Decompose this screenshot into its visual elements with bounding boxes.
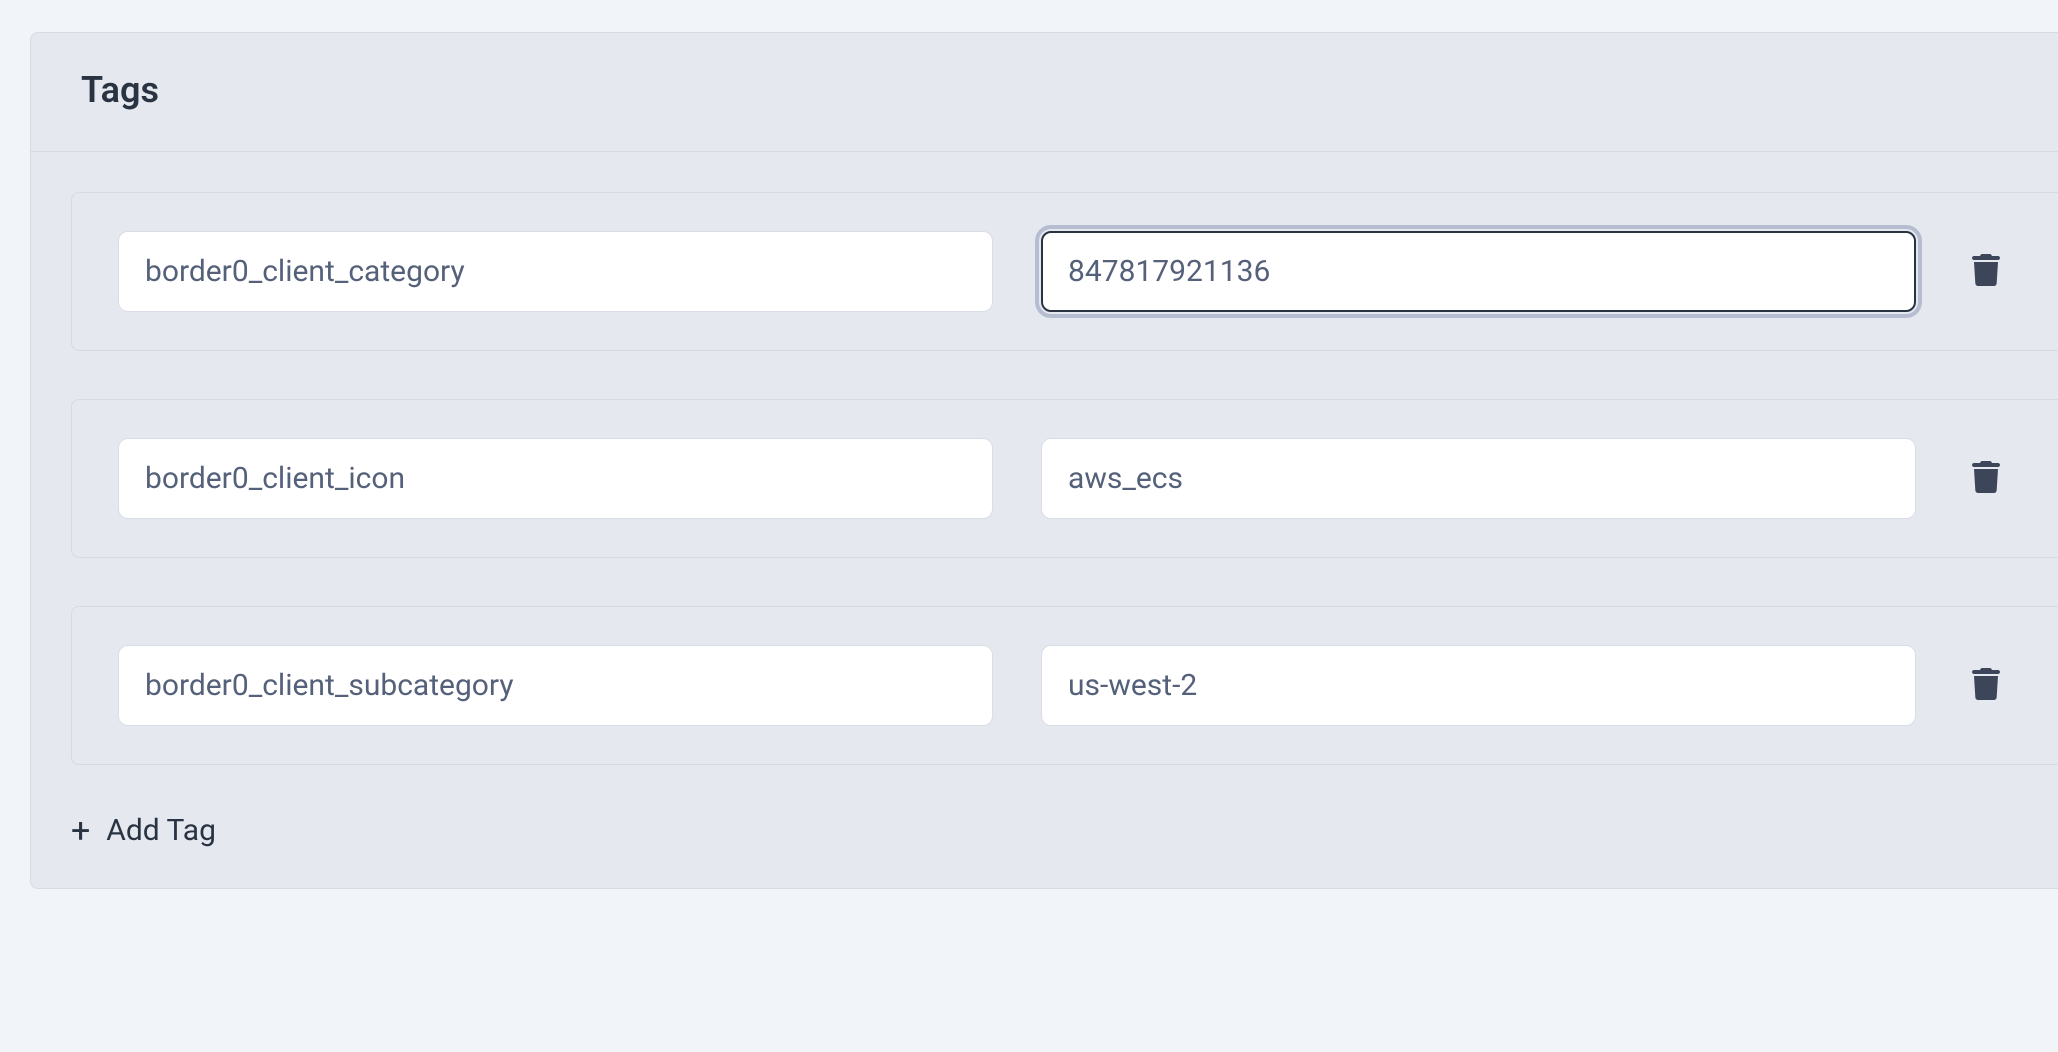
tag-key-input[interactable] [118,438,993,519]
tag-value-input[interactable] [1041,645,1916,726]
tag-value-input[interactable] [1041,438,1916,519]
trash-icon [1972,668,2000,703]
add-tag-button[interactable]: + Add Tag [31,813,2058,848]
tag-key-input[interactable] [118,645,993,726]
trash-icon [1972,461,2000,496]
tags-panel: Tags [30,32,2058,889]
delete-tag-button[interactable] [1964,660,2008,711]
delete-tag-button[interactable] [1964,246,2008,297]
panel-header: Tags [31,33,2058,152]
tag-row [71,399,2058,558]
add-tag-label: Add Tag [106,813,216,848]
tag-row [71,606,2058,765]
delete-tag-button[interactable] [1964,453,2008,504]
tag-key-input[interactable] [118,231,993,312]
plus-icon: + [71,814,90,848]
tag-value-input[interactable] [1041,231,1916,312]
trash-icon [1972,254,2000,289]
tag-row [71,192,2058,351]
panel-body: + Add Tag [31,152,2058,888]
panel-title: Tags [81,69,2008,111]
